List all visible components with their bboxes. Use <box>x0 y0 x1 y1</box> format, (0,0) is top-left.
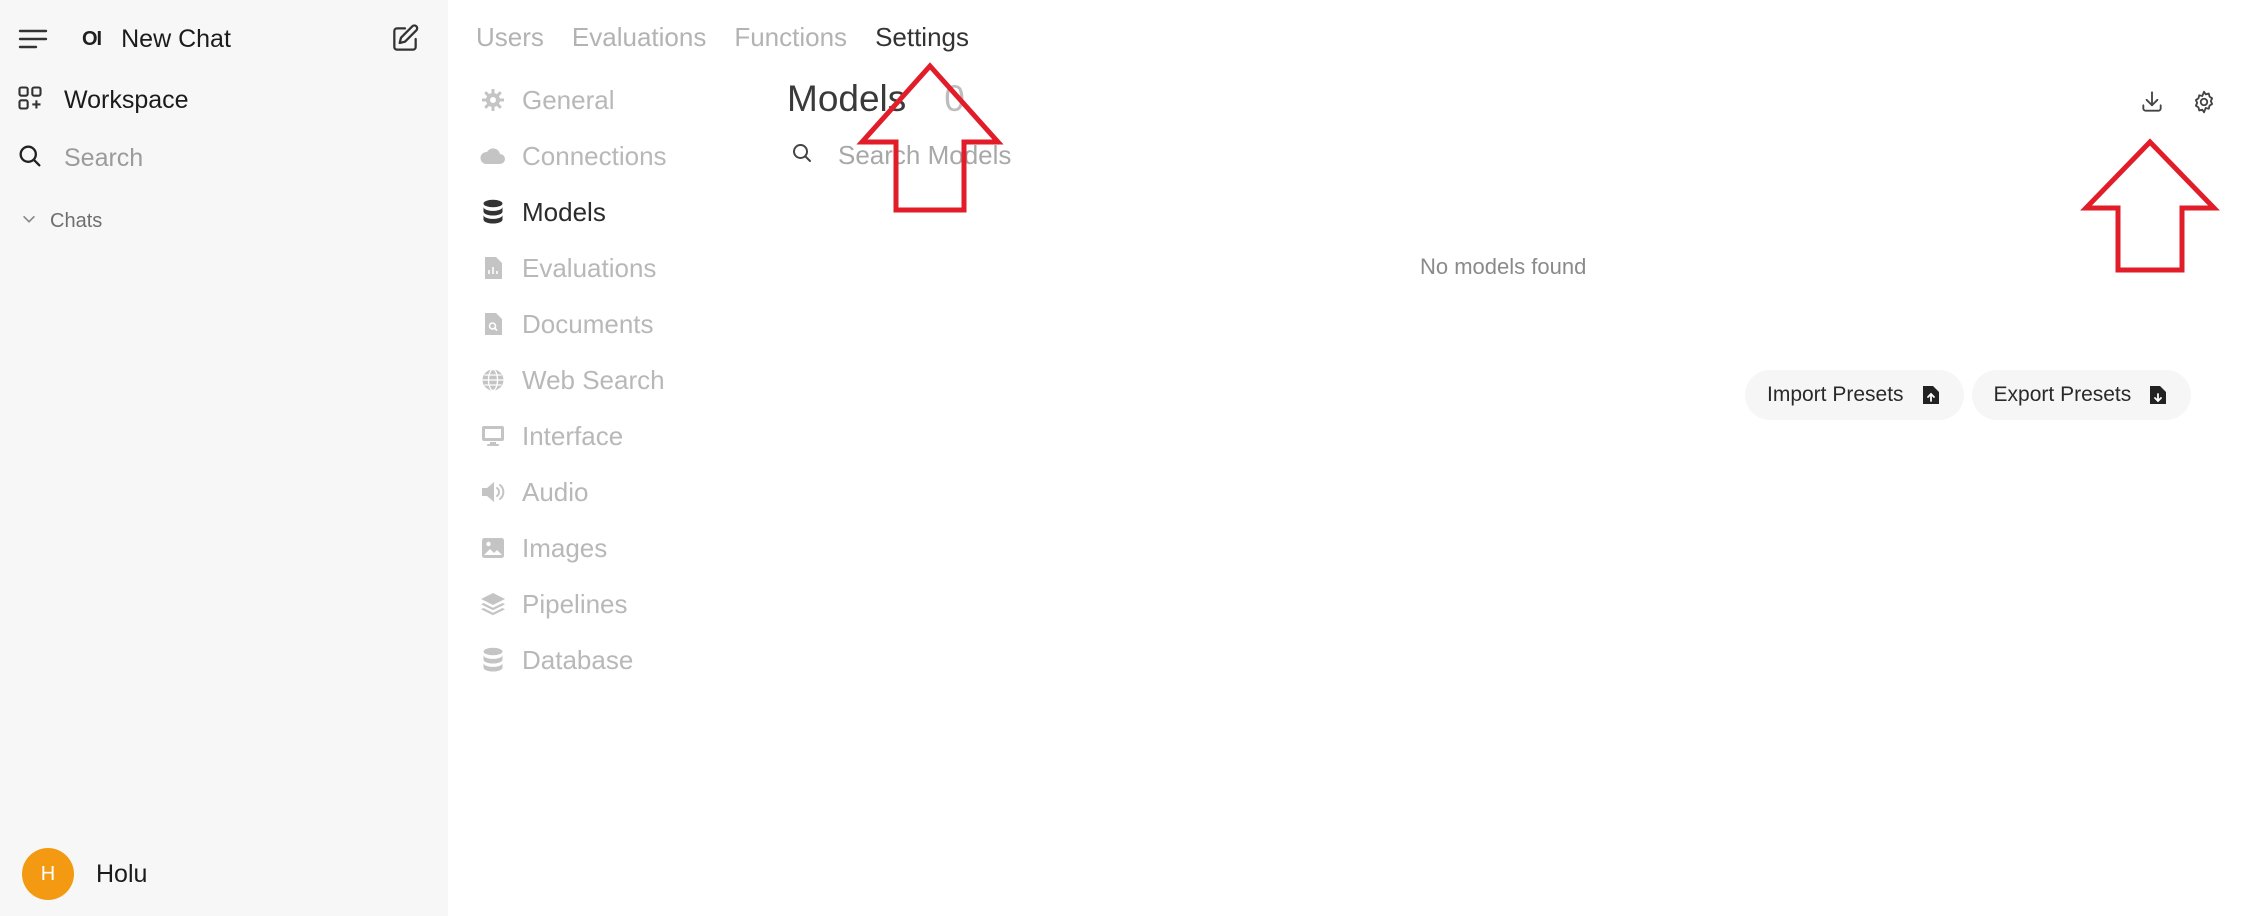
settings-nav-label: Evaluations <box>522 252 657 283</box>
admin-tabs: Users Evaluations Functions Settings <box>476 22 969 53</box>
sidebar-header: OI New Chat <box>16 18 432 60</box>
settings-nav-pipelines[interactable]: Pipelines <box>480 576 720 632</box>
settings-nav-documents[interactable]: Documents <box>480 296 720 352</box>
search-icon <box>16 142 44 175</box>
settings-nav-label: Connections <box>522 140 667 171</box>
settings-nav-models[interactable]: Models <box>480 184 720 240</box>
chats-section-toggle[interactable]: Chats <box>20 208 102 234</box>
settings-nav-label: Pipelines <box>522 588 628 619</box>
tab-functions[interactable]: Functions <box>734 22 847 53</box>
import-presets-label: Import Presets <box>1767 383 1904 406</box>
tab-users[interactable]: Users <box>476 22 544 53</box>
speaker-icon <box>480 479 506 505</box>
monitor-icon <box>480 423 506 449</box>
settings-nav-connections[interactable]: Connections <box>480 128 720 184</box>
chevron-down-icon <box>20 210 38 233</box>
app-logo[interactable]: OI <box>82 28 102 51</box>
settings-nav-label: Web Search <box>522 364 665 395</box>
settings-nav-web-search[interactable]: Web Search <box>480 352 720 408</box>
tab-settings[interactable]: Settings <box>875 22 969 53</box>
annotation-arrow-settings-gear <box>2080 138 2220 273</box>
file-upload-icon <box>1922 385 1942 405</box>
settings-nav-images[interactable]: Images <box>480 520 720 576</box>
database-icon <box>480 199 506 225</box>
globe-icon <box>480 367 506 393</box>
sidebar-item-label: Workspace <box>64 85 189 114</box>
search-icon <box>790 141 814 170</box>
layers-icon <box>480 591 506 617</box>
settings-nav-label: Documents <box>522 308 654 339</box>
document-search-icon <box>480 311 506 337</box>
file-download-icon <box>2149 385 2169 405</box>
models-actions <box>2136 86 2220 118</box>
annotation-arrow-settings <box>856 62 1004 213</box>
avatar: H <box>22 848 74 900</box>
gear-icon[interactable] <box>2188 86 2220 118</box>
user-name: Holu <box>96 859 148 888</box>
settings-nav-label: Interface <box>522 420 624 451</box>
settings-nav-audio[interactable]: Audio <box>480 464 720 520</box>
gear-icon <box>480 87 506 113</box>
settings-nav-label: Models <box>522 196 606 227</box>
settings-nav-evaluations[interactable]: Evaluations <box>480 240 720 296</box>
sidebar-item-workspace[interactable]: Workspace <box>16 82 189 118</box>
sidebar-search[interactable]: Search <box>16 140 416 176</box>
sidebar: OI New Chat Workspace Search Chats H Hol… <box>0 0 448 916</box>
search-input[interactable]: Search <box>64 144 143 173</box>
settings-nav-interface[interactable]: Interface <box>480 408 720 464</box>
download-icon[interactable] <box>2136 86 2168 118</box>
database-icon <box>480 647 506 673</box>
import-presets-button[interactable]: Import Presets <box>1745 370 1964 420</box>
user-menu[interactable]: H Holu <box>22 848 147 900</box>
chats-label: Chats <box>50 209 103 232</box>
menu-icon[interactable] <box>16 22 50 56</box>
empty-state-message: No models found <box>1420 254 1587 279</box>
export-presets-label: Export Presets <box>1993 383 2132 406</box>
workspace-icon <box>16 84 44 117</box>
document-icon <box>480 255 506 281</box>
settings-nav: General Connections Models Evaluations D… <box>480 72 720 688</box>
preset-actions: Import Presets Export Presets <box>1745 370 2192 420</box>
settings-nav-database[interactable]: Database <box>480 632 720 688</box>
settings-nav-label: General <box>522 84 615 115</box>
settings-nav-general[interactable]: General <box>480 72 720 128</box>
cloud-icon <box>480 143 506 169</box>
settings-nav-label: Database <box>522 644 634 675</box>
tab-evaluations[interactable]: Evaluations <box>572 22 706 53</box>
export-presets-button[interactable]: Export Presets <box>1971 370 2192 420</box>
settings-nav-label: Audio <box>522 476 589 507</box>
new-chat-link[interactable]: New Chat <box>121 25 231 54</box>
image-icon <box>480 535 506 561</box>
new-chat-edit-icon[interactable] <box>386 20 424 58</box>
settings-nav-label: Images <box>522 532 608 563</box>
